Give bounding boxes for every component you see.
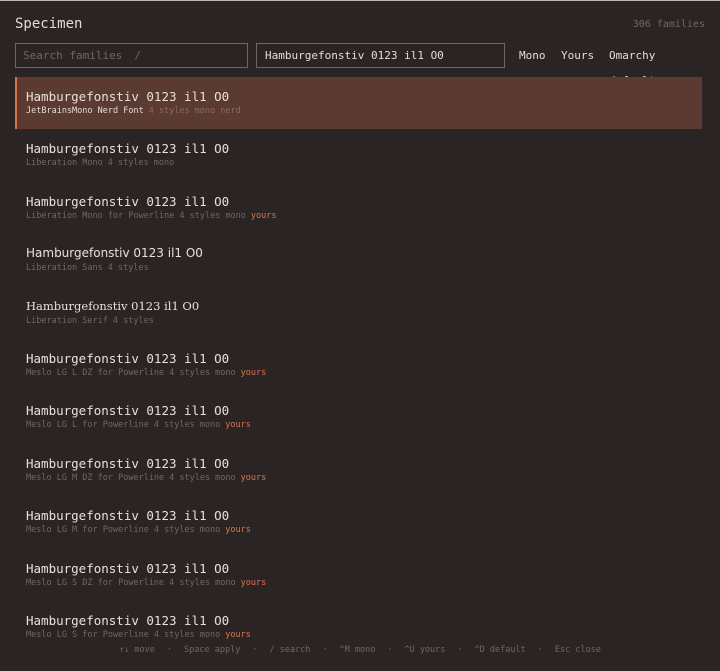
font-meta: Meslo LG L for Powerline 4 styles mono your… [26, 420, 251, 430]
font-name: Liberation Mono [26, 158, 103, 169]
separator: · [166, 645, 173, 655]
font-styles: 4 styles [153, 420, 195, 431]
font-row-liberation-mono-powerline[interactable]: Hamburgefonstiv 0123 il1 O0 Liberation M… [15, 182, 702, 234]
font-styles: 4 styles [169, 577, 211, 588]
font-row-meslo-lg-s-dz[interactable]: Hamburgefonstiv 0123 il1 O0 Meslo LG S D… [15, 549, 702, 601]
font-meta: JetBrainsMono Nerd Font 4 styles mono nerd [26, 106, 241, 116]
font-tags: mono [199, 420, 221, 431]
separator: · [387, 645, 393, 655]
font-styles: 4 styles [169, 472, 211, 483]
top-border [0, 0, 720, 1]
font-sample: Hamburgefonstiv 0123 il1 O0 [26, 455, 230, 471]
font-name: Liberation Serif [26, 315, 108, 326]
font-styles: 4 styles [169, 367, 211, 378]
font-sample: Hamburgefonstiv 0123 il1 O0 [26, 246, 203, 261]
font-tags: mono nerd [194, 106, 241, 116]
font-meta: Meslo LG M DZ for Powerline 4 styles mono y… [26, 473, 266, 483]
hint-default: ^D default [474, 645, 526, 655]
font-row-liberation-sans[interactable]: Hamburgefonstiv 0123 il1 O0 Liberation S… [15, 234, 702, 286]
preview-text-field[interactable]: Hamburgefonstiv 0123 il1 O0 [256, 43, 505, 68]
font-styles: 4 styles [153, 629, 195, 639]
font-tags: mono [199, 525, 221, 536]
font-sample: Hamburgefonstiv 0123 il1 O0 [26, 89, 230, 104]
font-meta: Liberation Mono 4 styles mono [26, 158, 174, 168]
font-name: Meslo LG S for Powerline [26, 629, 149, 639]
font-meta: Meslo LG S for Powerline 4 styles mono your… [26, 630, 251, 639]
font-row-meslo-lg-m[interactable]: Hamburgefonstiv 0123 il1 O0 Meslo LG M f… [15, 496, 702, 548]
font-sample: Hamburgefonstiv 0123 il1 O0 [26, 612, 230, 628]
filter-yours-button[interactable]: Yours [561, 43, 594, 68]
font-styles: 4 styles [107, 263, 149, 274]
font-meta: Meslo LG S DZ for Powerline 4 styles mono y… [26, 578, 266, 588]
font-row-meslo-lg-s[interactable]: Hamburgefonstiv 0123 il1 O0 Meslo LG S f… [15, 601, 702, 639]
yours-badge: yours [225, 629, 251, 639]
font-tags: mono [199, 629, 221, 639]
yours-badge: yours [240, 367, 267, 378]
hint-close: Esc close [554, 645, 601, 655]
hint-apply: Space apply [184, 645, 241, 655]
font-styles: 4 styles [107, 158, 149, 169]
font-tags: mono [215, 367, 236, 378]
font-sample: Hamburgefonstiv 0123 il1 O0 [26, 193, 230, 209]
yours-badge: yours [240, 577, 267, 588]
search-box[interactable]: / [15, 43, 248, 68]
controls-bar: / Hamburgefonstiv 0123 il1 O0 Mono Yours… [15, 43, 705, 87]
font-sample: Hamburgefonstiv 0123 il1 O0 [26, 403, 230, 419]
separator: · [457, 645, 463, 655]
yours-badge: yours [225, 420, 251, 431]
font-row-meslo-lg-l[interactable]: Hamburgefonstiv 0123 il1 O0 Meslo LG L f… [15, 391, 702, 443]
font-family-list: Hamburgefonstiv 0123 il1 O0 JetBrainsMon… [15, 77, 702, 639]
font-row-meslo-lg-l-dz[interactable]: Hamburgefonstiv 0123 il1 O0 Meslo LG L D… [15, 339, 702, 391]
font-meta: Liberation Serif 4 styles [26, 316, 154, 326]
font-sample: Hamburgefonstiv 0123 il1 O0 [26, 298, 200, 313]
separator: · [537, 645, 543, 655]
separator: · [322, 645, 328, 655]
hint-search: / search [269, 645, 311, 655]
font-styles: 4 styles [148, 106, 190, 116]
font-name: Meslo LG M for Powerline [26, 525, 149, 536]
yours-badge: yours [250, 210, 277, 221]
font-styles: 4 styles [112, 315, 154, 326]
filter-mono-button[interactable]: Mono [519, 43, 546, 68]
font-styles: 4 styles [179, 210, 221, 221]
font-row-liberation-serif[interactable]: Hamburgefonstiv 0123 il1 O0 Liberation S… [15, 287, 702, 339]
font-sample: Hamburgefonstiv 0123 il1 O0 [26, 141, 230, 157]
font-name: Meslo LG L for Powerline [26, 420, 149, 431]
font-name: Meslo LG S DZ for Powerline [26, 577, 165, 588]
separator: · [252, 645, 258, 655]
yours-badge: yours [225, 525, 251, 536]
font-meta: Meslo LG M for Powerline 4 styles mono your… [26, 525, 251, 535]
font-row-meslo-lg-m-dz[interactable]: Hamburgefonstiv 0123 il1 O0 Meslo LG M D… [15, 444, 702, 496]
search-shortcut-hint: / [134, 49, 141, 62]
page-title: Specimen [15, 16, 83, 32]
font-row-liberation-mono[interactable]: Hamburgefonstiv 0123 il1 O0 Liberation M… [15, 129, 702, 181]
font-tags: mono [215, 472, 236, 483]
keyboard-hints-footer: ↑↓ move · Space apply · / search · ^M mono · ^U … [0, 645, 720, 659]
font-name: Meslo LG L DZ for Powerline [26, 367, 165, 378]
hint-yours: ^U yours [404, 645, 446, 655]
filter-default-button[interactable]: Omarchy default [609, 43, 705, 87]
font-sample: Hamburgefonstiv 0123 il1 O0 [26, 508, 230, 524]
yours-badge: yours [240, 472, 267, 483]
family-count: 306 families [632, 19, 705, 30]
font-meta: Meslo LG L DZ for Powerline 4 styles mono y… [26, 368, 266, 378]
header: Specimen 306 families [15, 16, 705, 36]
font-tags: mono [153, 158, 175, 169]
font-tags: mono [225, 210, 246, 221]
font-name: Liberation Sans [26, 263, 103, 274]
hint-move: ↑↓ move [119, 645, 155, 655]
font-tags: mono [215, 577, 236, 588]
hint-mono: ^M mono [339, 645, 376, 655]
font-sample: Hamburgefonstiv 0123 il1 O0 [26, 560, 230, 576]
font-row-jetbrainsmono[interactable]: Hamburgefonstiv 0123 il1 O0 JetBrainsMon… [15, 77, 702, 130]
font-name: JetBrainsMono Nerd Font [26, 106, 144, 116]
font-sample: Hamburgefonstiv 0123 il1 O0 [26, 350, 230, 366]
font-meta: Liberation Sans 4 styles [26, 263, 149, 273]
font-name: Meslo LG M DZ for Powerline [26, 472, 165, 483]
search-input[interactable] [23, 49, 173, 62]
font-styles: 4 styles [153, 525, 195, 536]
font-name: Liberation Mono for Powerline [26, 210, 175, 221]
font-meta: Liberation Mono for Powerline 4 styles mon… [26, 211, 276, 221]
